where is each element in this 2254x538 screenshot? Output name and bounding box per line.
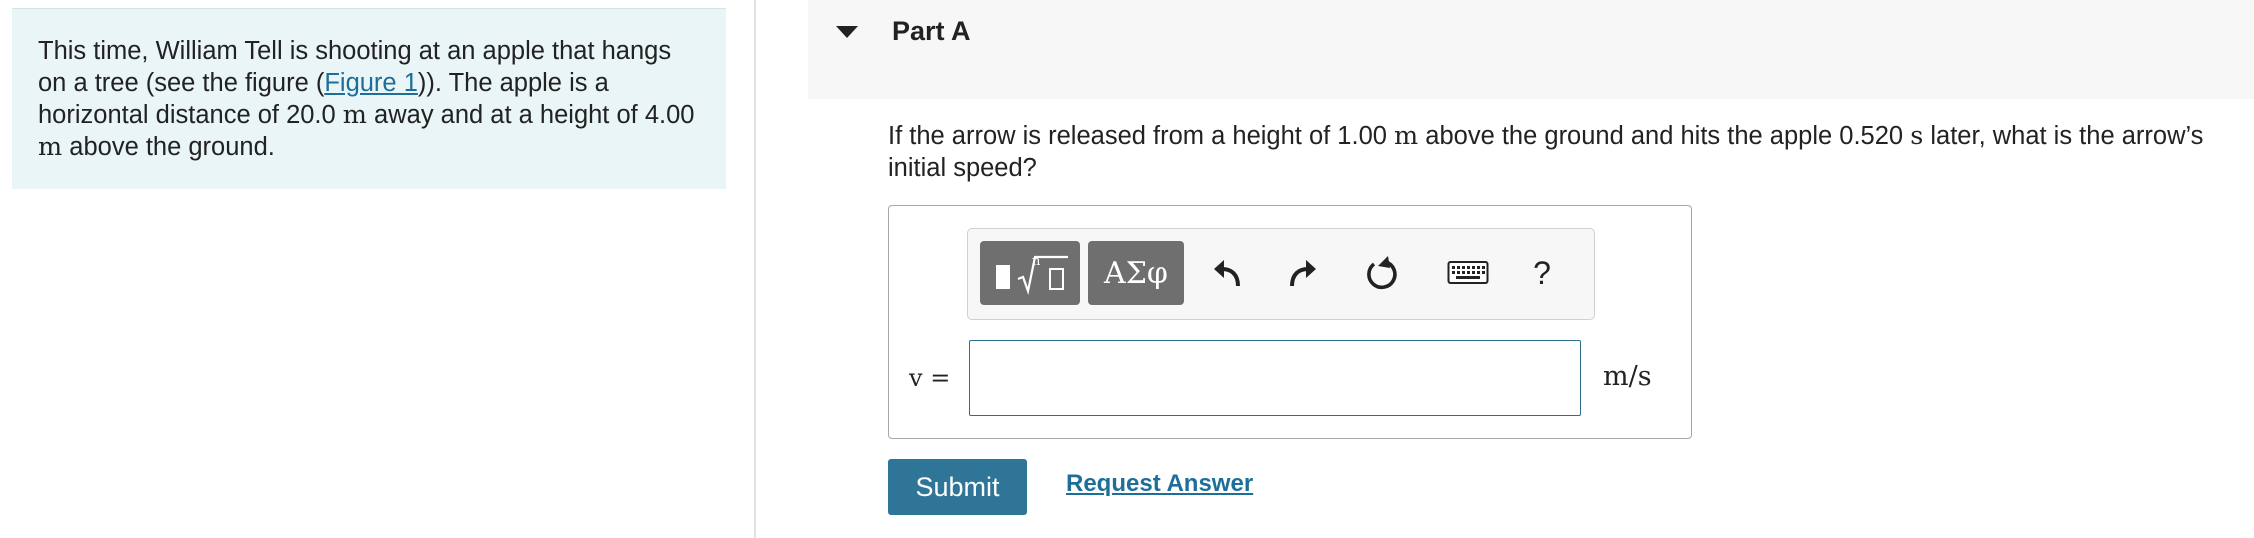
variable-label: v = bbox=[909, 364, 951, 392]
request-answer-link[interactable]: Request Answer bbox=[1066, 470, 1253, 498]
math-toolbar: n ΑΣφ ? bbox=[967, 228, 1595, 320]
intro-text: This time, William Tell is shooting at a… bbox=[38, 37, 695, 162]
caret-down-icon[interactable] bbox=[836, 26, 858, 38]
unit-s: s bbox=[1910, 121, 1924, 151]
intro-panel: This time, William Tell is shooting at a… bbox=[12, 8, 726, 189]
templates-sqrt-icon: n bbox=[996, 254, 1068, 296]
unit-m: m bbox=[1394, 121, 1419, 151]
help-button[interactable]: ? bbox=[1520, 249, 1564, 297]
figure-link[interactable]: Figure 1 bbox=[324, 69, 418, 97]
redo-icon[interactable] bbox=[1282, 249, 1326, 297]
undo-icon[interactable] bbox=[1204, 249, 1248, 297]
answer-input[interactable] bbox=[969, 340, 1581, 416]
question-text: If the arrow is released from a height o… bbox=[888, 121, 2204, 182]
symbols-button[interactable]: ΑΣφ bbox=[1088, 241, 1184, 305]
templates-button[interactable]: n bbox=[980, 241, 1080, 305]
reset-icon[interactable] bbox=[1360, 249, 1404, 297]
unit-m: m bbox=[342, 100, 367, 130]
unit-label: m/s bbox=[1603, 361, 1652, 392]
answer-box: n ΑΣφ ? v = m/s bbox=[888, 205, 1692, 439]
part-title[interactable]: Part A bbox=[892, 16, 971, 47]
part-header[interactable]: Part A bbox=[808, 0, 2254, 99]
submit-button[interactable]: Submit bbox=[888, 459, 1027, 515]
panel-divider bbox=[754, 0, 756, 538]
unit-m: m bbox=[38, 132, 63, 162]
keyboard-icon[interactable] bbox=[1438, 249, 1498, 297]
